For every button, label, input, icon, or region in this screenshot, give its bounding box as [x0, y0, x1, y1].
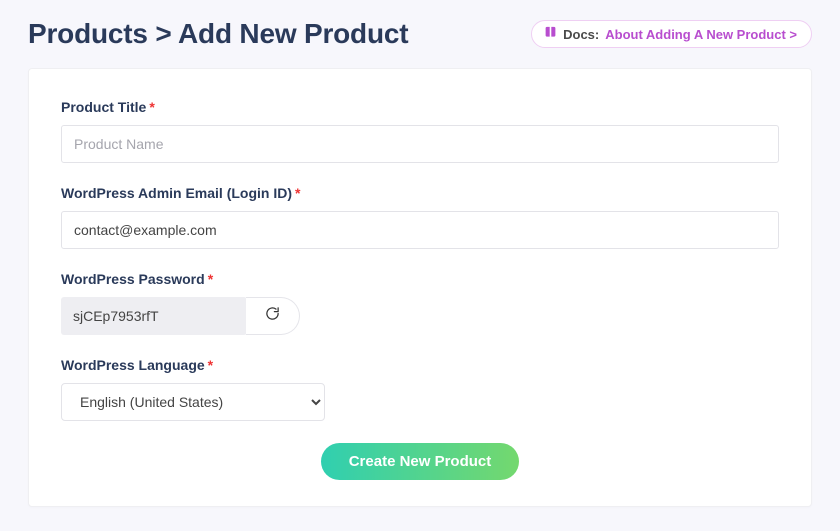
required-marker: * [295, 185, 300, 201]
regenerate-password-button[interactable] [246, 297, 300, 335]
language-label: WordPress Language [61, 357, 205, 373]
field-label: Product Title* [61, 99, 779, 115]
password-display: sjCEp7953rfT [61, 297, 247, 335]
product-title-label: Product Title [61, 99, 146, 115]
docs-prefix: Docs: [563, 27, 599, 42]
product-title-input[interactable] [61, 125, 779, 163]
admin-email-field: WordPress Admin Email (Login ID)* [61, 185, 779, 249]
docs-link-text: About Adding A New Product > [605, 27, 797, 42]
form-card: Product Title* WordPress Admin Email (Lo… [28, 68, 812, 507]
required-marker: * [149, 99, 154, 115]
book-icon [544, 26, 557, 42]
required-marker: * [208, 357, 213, 373]
field-label: WordPress Password* [61, 271, 779, 287]
required-marker: * [208, 271, 213, 287]
language-select[interactable]: English (United States) [61, 383, 325, 421]
admin-email-label: WordPress Admin Email (Login ID) [61, 185, 292, 201]
refresh-icon [265, 306, 280, 326]
create-product-button[interactable]: Create New Product [321, 443, 520, 480]
field-label: WordPress Admin Email (Login ID)* [61, 185, 779, 201]
admin-email-input[interactable] [61, 211, 779, 249]
product-title-field: Product Title* [61, 99, 779, 163]
password-label: WordPress Password [61, 271, 205, 287]
password-field: WordPress Password* sjCEp7953rfT [61, 271, 779, 335]
docs-link[interactable]: Docs: About Adding A New Product > [531, 20, 812, 48]
language-field: WordPress Language* English (United Stat… [61, 357, 779, 421]
page-title: Products > Add New Product [28, 18, 408, 50]
field-label: WordPress Language* [61, 357, 779, 373]
